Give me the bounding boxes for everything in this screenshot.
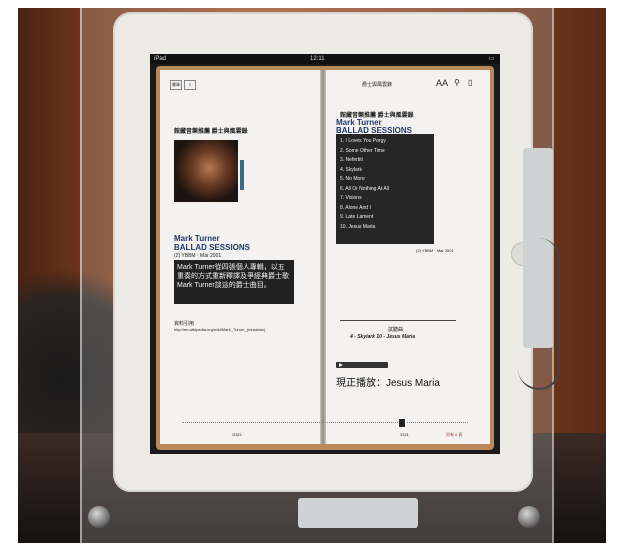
book-title: 爵士與風雲錄 bbox=[362, 82, 393, 88]
play-icon[interactable] bbox=[339, 363, 343, 367]
track-item[interactable]: 7. Visions bbox=[340, 194, 434, 204]
bolt-left bbox=[88, 506, 110, 528]
artist-name: Mark Turner bbox=[174, 234, 220, 243]
photo-scene: iPad 12:11 ▭ 書庫 ≡ 館藏音樂推薦 爵士與風雲錄 Mark Tur… bbox=[18, 8, 606, 543]
track-item[interactable]: 9. Late Lament bbox=[340, 213, 434, 223]
reference-link[interactable]: http://en.wikipedia.org/wiki/Mark_Turner… bbox=[174, 327, 265, 332]
scrubber-handle[interactable] bbox=[398, 418, 406, 428]
track-item[interactable]: 10. Jesus Maria bbox=[340, 223, 434, 233]
page-header: 館藏音樂推薦 爵士與風雲錄 bbox=[174, 129, 248, 135]
page-number: 3321 bbox=[400, 432, 409, 437]
track-list: 1. I Loves You Porgy 2. Some Other Time … bbox=[336, 134, 434, 244]
power-cable bbox=[518, 238, 560, 390]
album-cover bbox=[174, 140, 238, 202]
right-page: 爵士與風雲錄 AA ⚲ ▯ 館藏音樂推薦 爵士與風雲錄 Mark Turner … bbox=[326, 70, 490, 444]
album-title: BALLAD SESSIONS bbox=[174, 243, 251, 252]
audio-player[interactable] bbox=[336, 362, 388, 368]
page-number: /3321 bbox=[232, 432, 243, 437]
track-item[interactable]: 3. Nefertiti bbox=[340, 156, 434, 166]
library-button[interactable]: 書庫 bbox=[170, 80, 182, 90]
catalog-info: (2) YBBM · Mar 2001 bbox=[416, 248, 454, 253]
search-icon[interactable]: ⚲ bbox=[454, 78, 460, 87]
mount-clip-bottom bbox=[298, 498, 418, 528]
pages-left: 尚有 6 頁 bbox=[446, 432, 463, 437]
reference-label: 資料引用 bbox=[174, 321, 195, 327]
font-size-button[interactable]: AA bbox=[436, 78, 448, 88]
status-bar: iPad 12:11 ▭ bbox=[150, 54, 500, 64]
left-page: 書庫 ≡ 館藏音樂推薦 爵士與風雲錄 Mark Turner BALLAD SE… bbox=[160, 70, 320, 444]
list-icon[interactable]: ≡ bbox=[184, 80, 196, 90]
track-item[interactable]: 2. Some Other Time bbox=[340, 147, 434, 157]
album-description: Mark Turner從四張個人專輯，以五重奏的方式重新釋譯及爭經典爵士歌Mar… bbox=[174, 260, 294, 304]
track-item[interactable]: 5. No More bbox=[340, 175, 434, 185]
clock: 12:11 bbox=[310, 56, 325, 62]
track-item[interactable]: 6. All Or Nothing At All bbox=[340, 185, 434, 195]
featured-tracks: 4 - Skylark 10 - Jesus Maria bbox=[350, 334, 416, 340]
bookmark-icon[interactable]: ▯ bbox=[468, 78, 472, 87]
track-item[interactable]: 1. I Loves You Porgy bbox=[340, 137, 434, 147]
now-playing: 現正播放：Jesus Maria bbox=[336, 378, 440, 389]
track-item[interactable]: 8. Alone And I bbox=[340, 204, 434, 214]
divider bbox=[340, 320, 456, 321]
bolt-right bbox=[518, 506, 540, 528]
featured-heading: 試聽曲 bbox=[388, 327, 404, 333]
device-name: iPad bbox=[154, 56, 167, 62]
track-item[interactable]: 4. Skylark bbox=[340, 166, 434, 176]
cover-accent bbox=[240, 160, 244, 190]
page-scrubber[interactable] bbox=[182, 422, 468, 425]
battery-icon: ▭ bbox=[488, 56, 494, 62]
ebook-reader: 書庫 ≡ 館藏音樂推薦 爵士與風雲錄 Mark Turner BALLAD SE… bbox=[156, 66, 494, 450]
catalog-info: (2) YBBM · Mar 2001 bbox=[174, 253, 222, 259]
ipad-screen: iPad 12:11 ▭ 書庫 ≡ 館藏音樂推薦 爵士與風雲錄 Mark Tur… bbox=[150, 54, 500, 454]
